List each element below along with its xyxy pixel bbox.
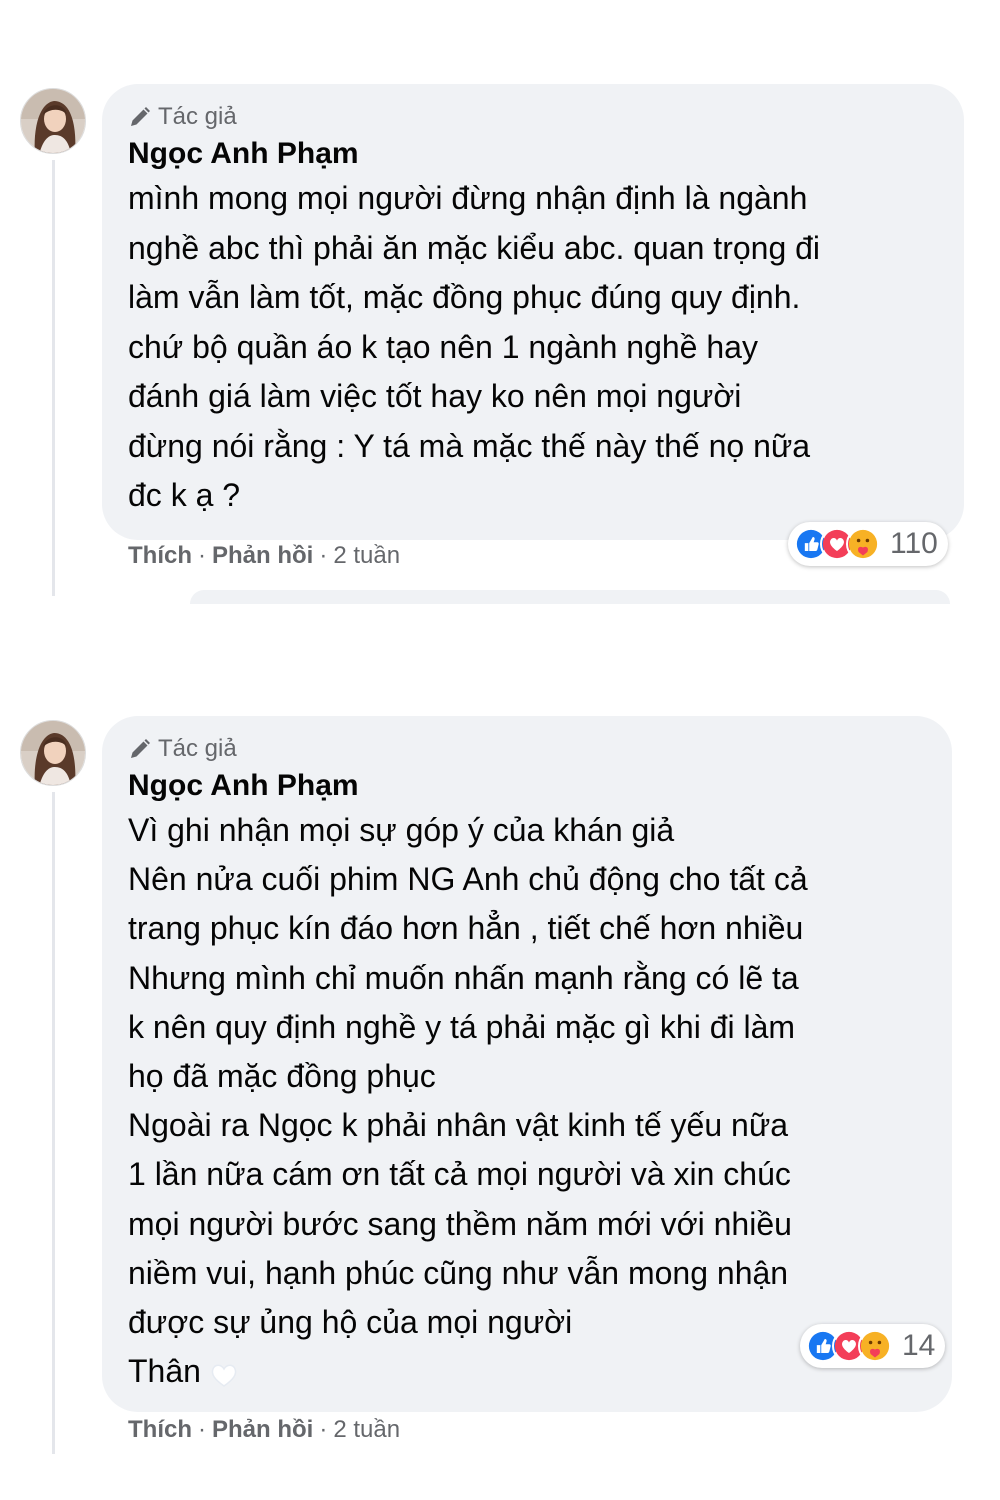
comment: Tác giả Ngọc Anh Phạm mình mong mọi ngườ…	[0, 80, 1000, 604]
avatar-photo	[21, 721, 85, 785]
comment-text: Vì ghi nhận mọi sự góp ý của khán giả Nê…	[128, 812, 808, 1390]
timestamp[interactable]: 2 tuần	[333, 1416, 400, 1444]
comment-bubble: Tác giả Ngọc Anh Phạm mình mong mọi ngườ…	[102, 84, 964, 540]
author-name[interactable]: Ngọc Anh Phạm	[128, 134, 938, 174]
reply-button[interactable]: Phản hồi	[212, 542, 313, 570]
avatar[interactable]	[20, 720, 86, 786]
reaction-count: 110	[890, 527, 938, 560]
author-badge: Tác giả	[128, 734, 926, 764]
care-reaction-icon	[846, 527, 880, 561]
comment: Tác giả Ngọc Anh Phạm Vì ghi nhận mọi sự…	[0, 712, 1000, 1472]
thread-line	[52, 792, 55, 1454]
comment-text: mình mong mọi người đừng nhận định là ng…	[128, 180, 821, 513]
like-button[interactable]: Thích	[128, 542, 192, 570]
reaction-summary[interactable]: 110	[788, 522, 948, 566]
reaction-icons	[794, 527, 880, 561]
author-badge-label: Tác giả	[158, 103, 237, 130]
like-button[interactable]: Thích	[128, 1416, 192, 1444]
reply-button[interactable]: Phản hồi	[212, 1416, 313, 1444]
avatar[interactable]	[20, 88, 86, 154]
avatar-photo	[21, 89, 85, 153]
comment-actions: Thích · Phản hồi · 2 tuần	[128, 542, 400, 570]
reaction-icons	[806, 1329, 892, 1363]
care-reaction-icon	[858, 1329, 892, 1363]
separator: ·	[319, 1416, 328, 1443]
separator: ·	[319, 542, 328, 569]
comment-bubble: Tác giả Ngọc Anh Phạm Vì ghi nhận mọi sự…	[102, 716, 952, 1412]
timestamp[interactable]: 2 tuần	[333, 542, 400, 570]
pencil-icon	[131, 739, 150, 758]
separator: ·	[198, 542, 206, 569]
author-name[interactable]: Ngọc Anh Phạm	[128, 766, 926, 806]
author-badge: Tác giả	[128, 102, 938, 132]
reaction-count: 14	[902, 1329, 936, 1362]
separator: ·	[198, 1416, 206, 1443]
comment-actions: Thích · Phản hồi · 2 tuần	[128, 1416, 400, 1444]
thread-line	[52, 160, 55, 596]
reply-bubble-edge	[190, 590, 950, 604]
pencil-icon	[131, 107, 150, 126]
reaction-summary[interactable]: 14	[800, 1324, 946, 1368]
white-heart-emoji	[211, 1364, 237, 1387]
author-badge-label: Tác giả	[158, 735, 237, 762]
